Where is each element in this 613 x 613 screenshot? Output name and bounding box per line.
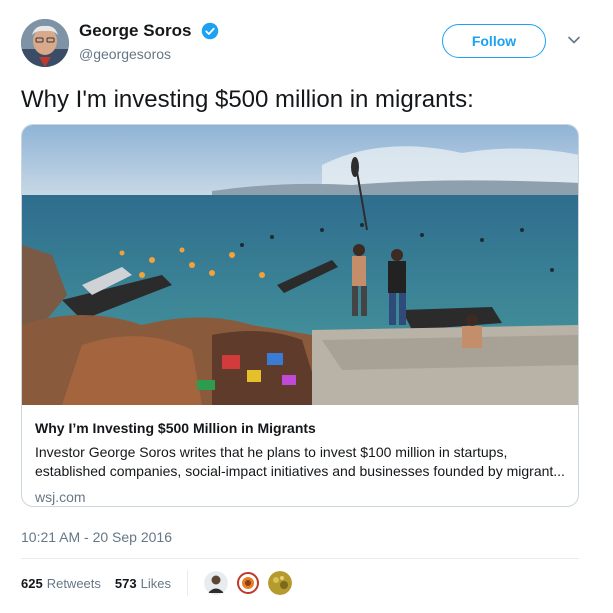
tweet-timestamp[interactable]: 10:21 AM - 20 Sep 2016 (21, 529, 172, 545)
liker-avatars (186, 570, 300, 596)
tweet-text: Why I'm investing $500 million in migran… (21, 86, 474, 113)
user-names: George Soros @georgesoros (79, 21, 219, 62)
liker-avatar[interactable] (235, 571, 260, 595)
chevron-down-icon[interactable] (567, 33, 581, 47)
user-handle[interactable]: @georgesoros (79, 46, 219, 62)
lion-emblem-avatar-icon (235, 571, 260, 595)
avatar[interactable] (21, 19, 69, 67)
verified-badge-icon (201, 22, 219, 40)
tweet-stats: 625 Retweets 573 Likes (21, 570, 300, 596)
card-description: Investor George Soros writes that he pla… (35, 443, 567, 481)
liker-avatar[interactable] (267, 571, 292, 595)
person-avatar-icon (203, 571, 228, 595)
card-title: Why I’m Investing $500 Million in Migran… (35, 420, 316, 436)
retweets-stat[interactable]: 625 Retweets (21, 576, 101, 591)
card-body: Why I’m Investing $500 Million in Migran… (35, 419, 567, 505)
likes-stat[interactable]: 573 Likes (115, 576, 171, 591)
divider (21, 558, 579, 559)
avatar-photo-icon (21, 19, 69, 67)
follow-button[interactable]: Follow (442, 24, 546, 58)
display-name[interactable]: George Soros (79, 21, 191, 41)
link-card[interactable]: Why I’m Investing $500 Million in Migran… (21, 124, 579, 507)
card-description-line: Investor George Soros writes that he pla… (35, 444, 508, 460)
migrants-boats-coast-photo-icon (22, 125, 578, 405)
retweets-label: Retweets (46, 575, 101, 591)
card-description-line: established companies, social-impact ini… (35, 463, 565, 479)
likes-count: 573 (114, 575, 137, 591)
retweets-count: 625 (21, 575, 43, 591)
liker-avatar[interactable] (203, 571, 228, 595)
pattern-avatar-icon (267, 571, 292, 595)
likes-label: Likes (140, 575, 171, 591)
tweet-header: George Soros @georgesoros Follow (21, 19, 591, 69)
card-domain: wsj.com (35, 489, 86, 505)
